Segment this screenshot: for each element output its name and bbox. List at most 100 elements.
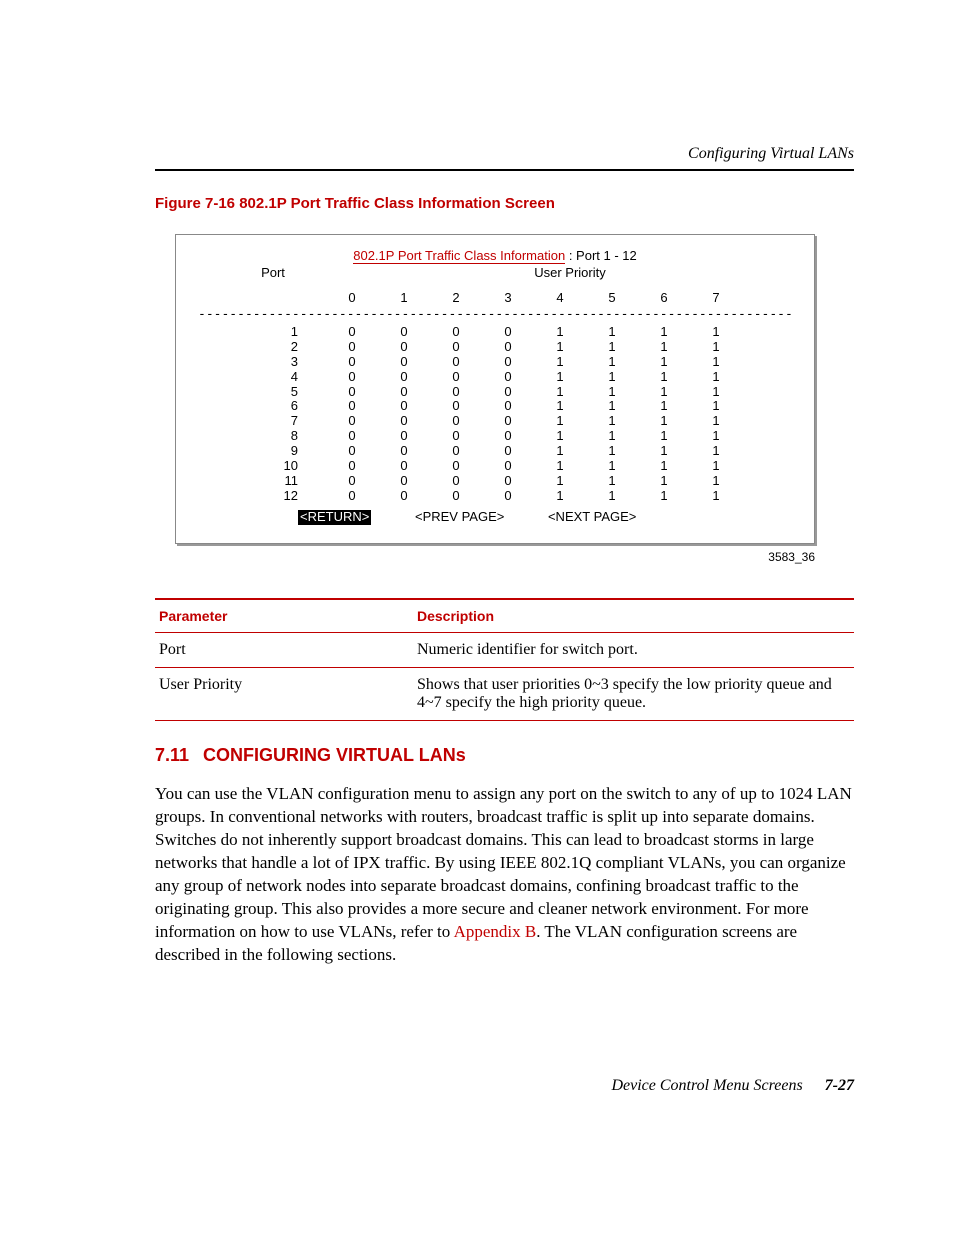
value-cell: 0	[378, 385, 430, 400]
value-cell: 1	[586, 429, 638, 444]
port-cell: 1	[198, 325, 326, 340]
value-cell: 1	[586, 370, 638, 385]
value-cell: 1	[690, 399, 742, 414]
value-cell: 0	[482, 340, 534, 355]
next-page-button[interactable]: <NEXT PAGE>	[548, 510, 636, 525]
value-cell: 0	[482, 370, 534, 385]
value-cell: 1	[638, 399, 690, 414]
value-cell: 0	[378, 399, 430, 414]
table-row: 600001111	[198, 399, 792, 414]
appendix-b-link[interactable]: Appendix B	[454, 922, 537, 941]
value-cell: 1	[586, 340, 638, 355]
port-cell: 5	[198, 385, 326, 400]
table-row: 200001111	[198, 340, 792, 355]
param-desc: Shows that user priorities 0~3 specify t…	[413, 667, 854, 720]
value-cell: 1	[690, 370, 742, 385]
value-cell: 0	[378, 459, 430, 474]
footer-page-number: 7-27	[825, 1077, 854, 1094]
port-cell: 10	[198, 459, 326, 474]
value-cell: 1	[638, 474, 690, 489]
value-cell: 1	[534, 474, 586, 489]
table-row: 1100001111	[198, 474, 792, 489]
value-cell: 0	[378, 355, 430, 370]
th-parameter: Parameter	[155, 599, 413, 633]
table-row: 500001111	[198, 385, 792, 400]
priority-col-header: 7	[690, 291, 742, 306]
table-row: 800001111	[198, 429, 792, 444]
table-row: 1000001111	[198, 459, 792, 474]
screen-title-red: 802.1P Port Traffic Class Information	[353, 248, 565, 264]
value-cell: 1	[534, 459, 586, 474]
value-cell: 1	[534, 325, 586, 340]
port-cell: 2	[198, 340, 326, 355]
value-cell: 0	[430, 429, 482, 444]
header-row: Port User Priority	[198, 266, 792, 281]
value-cell: 0	[378, 429, 430, 444]
value-cell: 0	[482, 429, 534, 444]
value-cell: 1	[586, 399, 638, 414]
value-cell: 0	[430, 444, 482, 459]
value-cell: 1	[638, 325, 690, 340]
value-cell: 1	[534, 385, 586, 400]
value-cell: 0	[482, 489, 534, 504]
value-cell: 1	[586, 325, 638, 340]
value-cell: 1	[690, 489, 742, 504]
param-name: User Priority	[155, 667, 413, 720]
value-cell: 0	[482, 474, 534, 489]
value-cell: 0	[430, 340, 482, 355]
value-cell: 0	[326, 474, 378, 489]
value-cell: 0	[482, 325, 534, 340]
value-cell: 0	[326, 444, 378, 459]
port-cell: 12	[198, 489, 326, 504]
value-cell: 0	[430, 399, 482, 414]
section-heading: 7.11CONFIGURING VIRTUAL LANs	[155, 745, 854, 766]
value-cell: 0	[326, 355, 378, 370]
value-cell: 1	[586, 414, 638, 429]
value-cell: 1	[534, 444, 586, 459]
value-cell: 0	[378, 414, 430, 429]
value-cell: 1	[586, 385, 638, 400]
value-cell: 0	[326, 340, 378, 355]
value-cell: 0	[482, 459, 534, 474]
value-cell: 0	[430, 385, 482, 400]
value-cell: 0	[430, 489, 482, 504]
value-cell: 0	[482, 399, 534, 414]
value-cell: 0	[430, 459, 482, 474]
figure-id: 3583_36	[175, 550, 815, 564]
value-cell: 1	[690, 385, 742, 400]
value-cell: 0	[326, 325, 378, 340]
table-row: PortNumeric identifier for switch port.	[155, 632, 854, 667]
para-text-1: You can use the VLAN configuration menu …	[155, 784, 852, 941]
value-cell: 0	[482, 355, 534, 370]
prev-page-button[interactable]: <PREV PAGE>	[415, 510, 504, 525]
value-cell: 1	[638, 444, 690, 459]
value-cell: 1	[638, 385, 690, 400]
value-cell: 1	[638, 355, 690, 370]
value-cell: 1	[586, 489, 638, 504]
priority-col-header: 5	[586, 291, 638, 306]
value-cell: 0	[378, 340, 430, 355]
value-cell: 0	[378, 370, 430, 385]
value-cell: 0	[326, 489, 378, 504]
section-paragraph: You can use the VLAN configuration menu …	[155, 783, 854, 967]
footer-text: Device Control Menu Screens	[611, 1077, 802, 1094]
screen-title: 802.1P Port Traffic Class Information : …	[198, 249, 792, 264]
port-cell: 7	[198, 414, 326, 429]
return-button[interactable]: <RETURN>	[298, 510, 371, 525]
table-row: 400001111	[198, 370, 792, 385]
data-rows: 1000011112000011113000011114000011115000…	[198, 325, 792, 504]
value-cell: 0	[378, 325, 430, 340]
table-row: 700001111	[198, 414, 792, 429]
terminal-screenshot: 802.1P Port Traffic Class Information : …	[175, 234, 815, 544]
value-cell: 0	[430, 474, 482, 489]
value-cell: 1	[690, 414, 742, 429]
th-description: Description	[413, 599, 854, 633]
port-cell: 11	[198, 474, 326, 489]
value-cell: 1	[534, 429, 586, 444]
table-row: 100001111	[198, 325, 792, 340]
figure-caption: Figure 7-16 802.1P Port Traffic Class In…	[155, 195, 854, 212]
table-row: 1200001111	[198, 489, 792, 504]
priority-col-header: 3	[482, 291, 534, 306]
page: Configuring Virtual LANs Figure 7-16 802…	[0, 0, 954, 1235]
value-cell: 1	[586, 444, 638, 459]
